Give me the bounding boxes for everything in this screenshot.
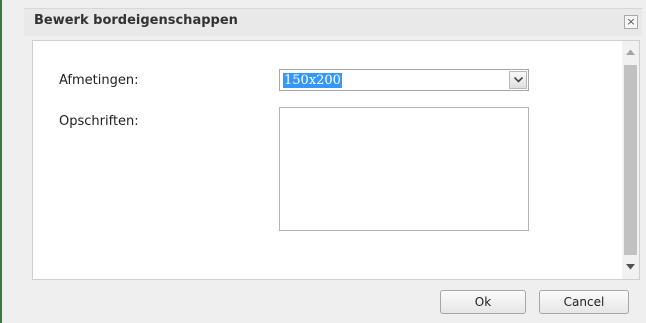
content-scrollbar[interactable] [622, 41, 639, 279]
ok-button[interactable]: Ok [440, 290, 526, 314]
scroll-thumb[interactable] [624, 65, 637, 255]
window-left-edge [0, 0, 2, 323]
cancel-button[interactable]: Cancel [539, 290, 629, 314]
edit-board-properties-dialog: Bewerk bordeigenschappen × Afmetingen: 1… [0, 0, 646, 323]
captions-textarea[interactable] [279, 107, 529, 231]
dialog-content: Afmetingen: 150x200 Opschriften: [32, 40, 640, 280]
arrow-down-icon [626, 264, 635, 270]
dialog-titlebar[interactable]: Bewerk bordeigenschappen × [24, 8, 642, 36]
dimensions-select-value: 150x200 [283, 73, 342, 88]
scroll-down-button[interactable] [622, 259, 639, 276]
dialog-title: Bewerk bordeigenschappen [34, 13, 238, 28]
chevron-down-icon [514, 77, 523, 83]
close-button[interactable]: × [624, 15, 638, 29]
captions-label: Opschriften: [59, 114, 139, 129]
close-icon: × [626, 15, 636, 28]
arrow-up-icon [626, 49, 635, 55]
dimensions-select[interactable]: 150x200 [279, 69, 529, 91]
scroll-up-button[interactable] [622, 44, 639, 61]
dimensions-label: Afmetingen: [59, 73, 139, 88]
dimensions-dropdown-button[interactable] [509, 71, 527, 89]
